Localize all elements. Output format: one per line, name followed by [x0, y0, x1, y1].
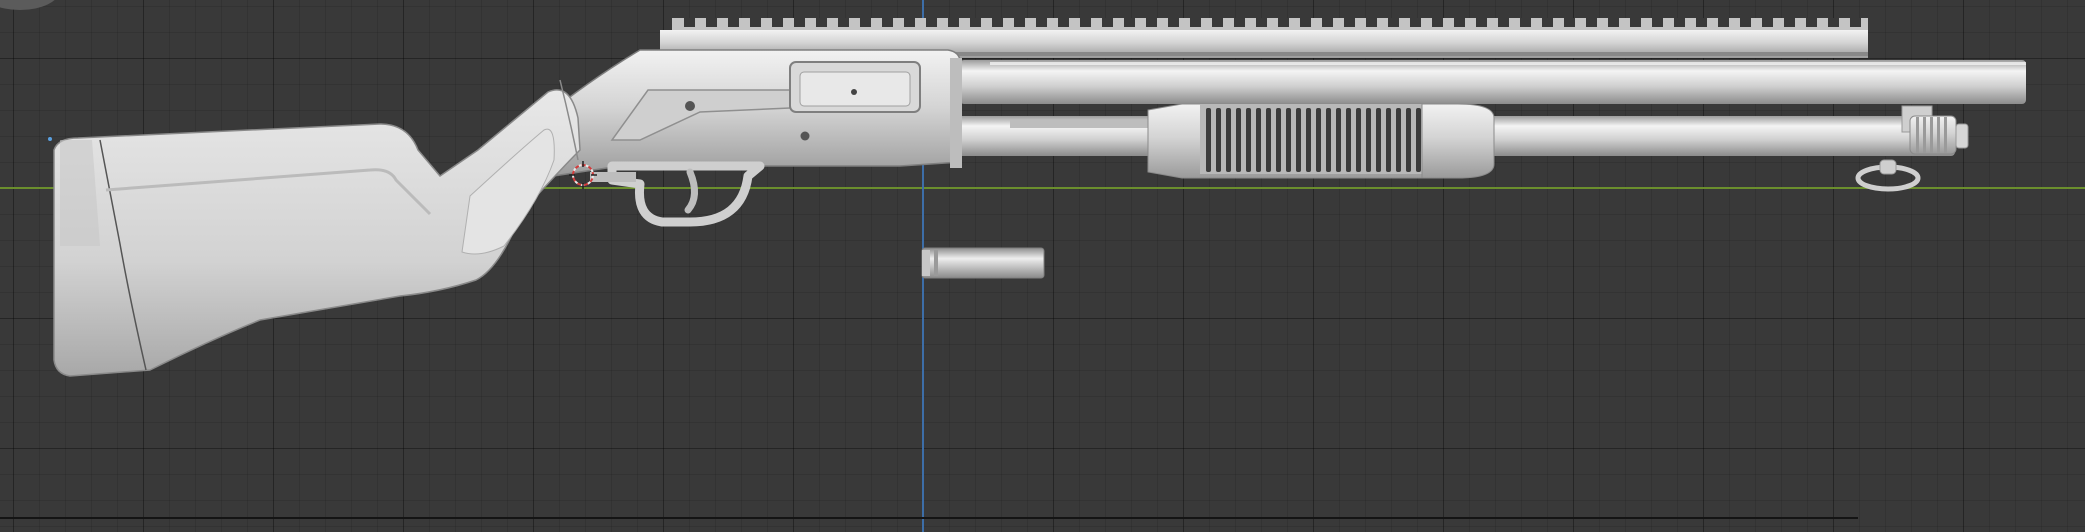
- receiver-pin-1: [685, 101, 695, 111]
- viewport[interactable]: [0, 0, 2085, 532]
- forend-groove: [1326, 108, 1331, 172]
- rail-slot: [772, 18, 783, 27]
- rail-slot: [1124, 18, 1135, 27]
- forend-groove: [1416, 108, 1421, 172]
- forend-groove: [1226, 108, 1231, 172]
- rail-slot: [1300, 18, 1311, 27]
- rail-slot: [1344, 18, 1355, 27]
- rail-slot: [728, 18, 739, 27]
- rail-slot: [1718, 18, 1729, 27]
- trigger-guard[interactable]: [590, 161, 765, 227]
- scene-canvas[interactable]: [0, 0, 2085, 532]
- rail-slot: [1080, 18, 1091, 27]
- rail-slot: [1410, 18, 1421, 27]
- forend-groove: [1206, 108, 1211, 172]
- forend-groove: [1236, 108, 1241, 172]
- rail-slot: [1762, 18, 1773, 27]
- rail-slot: [926, 18, 937, 27]
- forend-groove: [1396, 108, 1401, 172]
- rail-slot: [1014, 18, 1025, 27]
- rail-slot: [1058, 18, 1069, 27]
- rail-slot: [1696, 18, 1707, 27]
- forend-groove: [1306, 108, 1311, 172]
- rail-slot: [1564, 18, 1575, 27]
- forend-groove: [1216, 108, 1221, 172]
- rail-slot: [816, 18, 827, 27]
- forend-groove: [1256, 108, 1261, 172]
- forend-groove: [1356, 108, 1361, 172]
- rail-slot: [750, 18, 761, 27]
- stock[interactable]: [53, 79, 581, 377]
- rail-slot: [1630, 18, 1641, 27]
- rail-slot: [970, 18, 981, 27]
- shotgun-shell[interactable]: [921, 247, 1045, 279]
- rail-slot: [1674, 18, 1685, 27]
- rail-slot: [1146, 18, 1157, 27]
- rail-slot: [1366, 18, 1377, 27]
- forend-groove: [1386, 108, 1391, 172]
- rail-slot: [1388, 18, 1399, 27]
- forend-groove: [1276, 108, 1281, 172]
- pump-forend[interactable]: [1147, 103, 1495, 179]
- forend-groove: [1296, 108, 1301, 172]
- rail-slot: [706, 18, 717, 27]
- rail-slot: [1850, 18, 1861, 27]
- rail-slot: [948, 18, 959, 27]
- forend-groove: [1366, 108, 1371, 172]
- forend-groove: [1346, 108, 1351, 172]
- rail-slot: [1454, 18, 1465, 27]
- rail-slot: [1476, 18, 1487, 27]
- rail-slot: [794, 18, 805, 27]
- receiver-pin-3: [851, 89, 857, 95]
- rail-slot: [1036, 18, 1047, 27]
- rail-slot: [1586, 18, 1597, 27]
- rail-slot: [882, 18, 893, 27]
- rail-slot: [1608, 18, 1619, 27]
- rail-slot: [1234, 18, 1245, 27]
- rail-slot: [860, 18, 871, 27]
- rail-slot: [1432, 18, 1443, 27]
- shotgun-model[interactable]: [53, 18, 2026, 377]
- rail-slot: [1740, 18, 1751, 27]
- barrel[interactable]: [960, 60, 2026, 104]
- rail-slot: [1828, 18, 1839, 27]
- forend-groove: [1246, 108, 1251, 172]
- receiver[interactable]: [539, 49, 962, 179]
- receiver-pin-2: [800, 131, 810, 141]
- rail-slot: [1256, 18, 1267, 27]
- rail-slot: [684, 18, 695, 27]
- rail-slot: [1322, 18, 1333, 27]
- rail-slot: [1806, 18, 1817, 27]
- rail-slot: [1102, 18, 1113, 27]
- rail-slot: [1168, 18, 1179, 27]
- rail-slot: [904, 18, 915, 27]
- rail-slot: [1784, 18, 1795, 27]
- rail-slot: [1652, 18, 1663, 27]
- sling-swivel[interactable]: [1855, 159, 1921, 192]
- rail-slot: [838, 18, 849, 27]
- rail-slot: [1190, 18, 1201, 27]
- rail-slot: [1498, 18, 1509, 27]
- rail-slot: [1542, 18, 1553, 27]
- forend-groove: [1316, 108, 1321, 172]
- forend-groove: [1336, 108, 1341, 172]
- forend-groove: [1406, 108, 1411, 172]
- rail-slot: [1212, 18, 1223, 27]
- forend-groove: [1286, 108, 1291, 172]
- forend-groove: [1376, 108, 1381, 172]
- rail-slot: [1520, 18, 1531, 27]
- rail-slot: [992, 18, 1003, 27]
- forend-groove: [1266, 108, 1271, 172]
- rail-slot: [1278, 18, 1289, 27]
